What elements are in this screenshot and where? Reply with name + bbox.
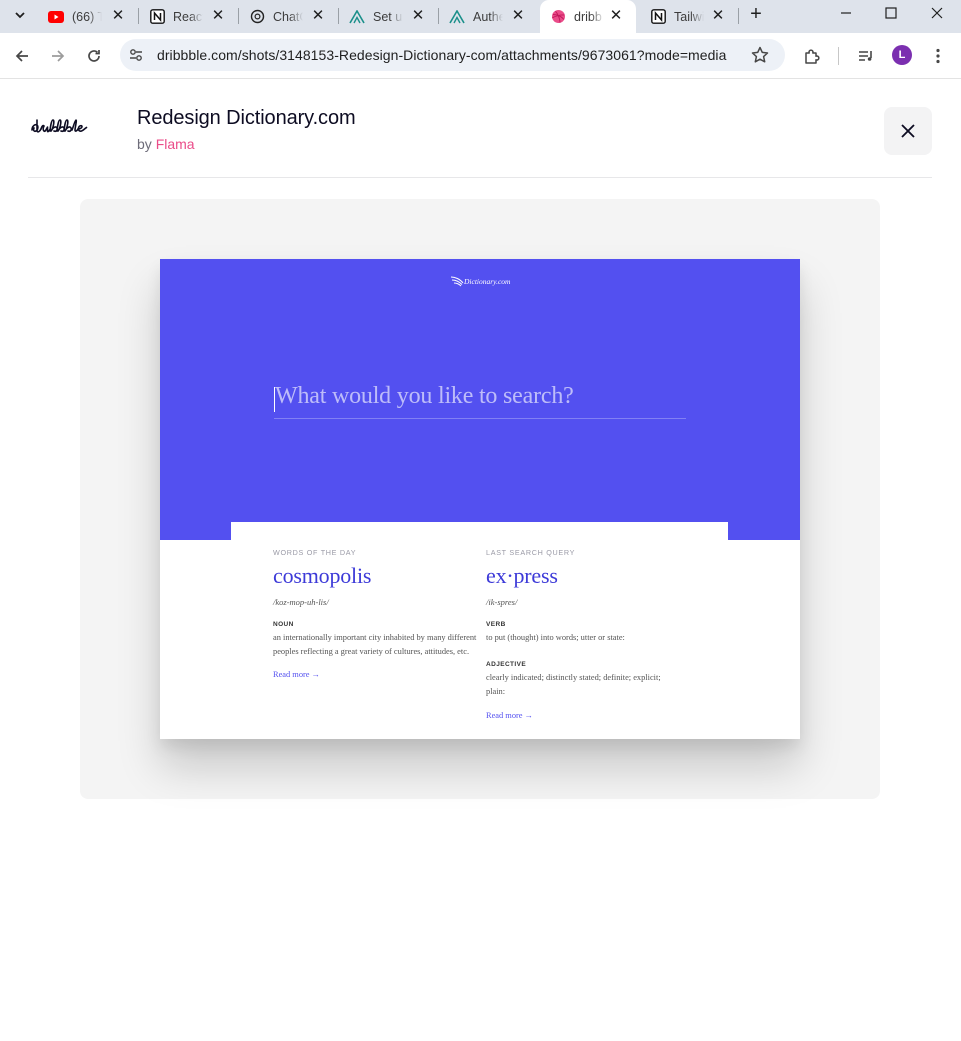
tab-tailwind[interactable]: Tailwi ✕ (640, 0, 739, 33)
chatgpt-icon (249, 9, 265, 25)
tab-title: ChatG (273, 9, 303, 24)
word-express: ex·press (486, 563, 558, 588)
toolbar-divider (838, 47, 839, 65)
definition: an internationally important city inhabi… (273, 633, 477, 657)
dictionary-logo-text: Dictionary.com (464, 276, 511, 286)
mockup-hero: Dictionary.com What would you like to se… (160, 259, 800, 540)
part-of-speech: ADJECTIVE (486, 661, 527, 669)
close-shot-button[interactable] (884, 107, 932, 155)
reload-button[interactable] (79, 41, 109, 71)
tab-search-button[interactable] (8, 3, 32, 27)
close-icon[interactable]: ✕ (210, 8, 226, 24)
tab-dribbble[interactable]: dribb ✕ (540, 0, 636, 33)
close-icon[interactable]: ✕ (310, 8, 326, 24)
close-icon (901, 124, 915, 138)
mockup-search-placeholder: What would you like to search? (275, 383, 574, 409)
chevron-down-icon (15, 12, 25, 19)
browser-toolbar: dribbble.com/shots/3148153-Redesign-Dict… (0, 33, 961, 79)
tab-title: Set up (373, 9, 403, 24)
maximize-icon (885, 7, 897, 19)
dictionary-swoosh-icon (450, 276, 464, 287)
shot-title: Redesign Dictionary.com (137, 107, 356, 129)
close-icon (931, 7, 943, 19)
close-icon[interactable]: ✕ (710, 8, 726, 24)
tab-react[interactable]: React ✕ (139, 0, 239, 33)
last-search-label: LAST SEARCH QUERY (486, 548, 576, 557)
close-icon[interactable]: ✕ (110, 8, 126, 24)
last-search-column: LAST SEARCH QUERY ex·press /ik-spres/ VE… (486, 548, 676, 723)
mockup-words-card: WORDS OF THE DAY cosmopolis /koz-mop-uh-… (231, 522, 728, 739)
definition: clearly indicated; distinctly stated; de… (486, 673, 661, 697)
shot-image: Dictionary.com What would you like to se… (160, 259, 800, 739)
url-text[interactable]: dribbble.com/shots/3148153-Redesign-Dict… (157, 47, 726, 63)
arrow-right-icon (52, 50, 65, 62)
dictionary-logo: Dictionary.com (450, 273, 510, 289)
author-link[interactable]: Flama (156, 136, 195, 152)
part-of-speech: NOUN (273, 621, 294, 628)
pronunciation: /koz-mop-uh-lis/ (273, 597, 329, 607)
part-of-speech: VERB (486, 621, 506, 628)
window-close-button[interactable] (914, 0, 960, 26)
dribbble-logo[interactable] (29, 108, 105, 142)
words-of-day-column: WORDS OF THE DAY cosmopolis /koz-mop-uh-… (273, 548, 478, 682)
notion-icon (149, 9, 165, 25)
by-prefix: by (137, 136, 152, 152)
tab-title: (66) T (72, 9, 102, 24)
shot-byline: by Flama (137, 136, 195, 152)
tab-separator (738, 8, 739, 24)
minimize-icon (841, 12, 851, 14)
word-cosmopolis: cosmopolis (273, 563, 372, 588)
puzzle-icon (805, 49, 820, 64)
dribbble-icon (550, 9, 566, 25)
tab-setup[interactable]: Set up ✕ (339, 0, 439, 33)
read-more-link: Read more → (486, 710, 533, 720)
bookmark-star-icon[interactable] (750, 45, 770, 65)
tab-strip: (66) T ✕ React ✕ ChatG ✕ Set up ✕ Authe (0, 0, 961, 33)
definition: to put (thought) into words; utter or st… (486, 633, 625, 642)
tab-title: Authe (473, 9, 503, 24)
profile-avatar[interactable]: L (892, 45, 912, 65)
address-bar[interactable]: dribbble.com/shots/3148153-Redesign-Dict… (120, 39, 785, 71)
menu-button[interactable] (923, 41, 953, 71)
tab-auth[interactable]: Authe ✕ (439, 0, 538, 33)
tab-title: React (173, 9, 203, 24)
extensions-button[interactable] (797, 41, 827, 71)
playlist-icon (859, 51, 872, 61)
header-divider (28, 177, 932, 178)
youtube-icon (48, 9, 64, 25)
read-more-link: Read more → (273, 670, 320, 680)
maximize-button[interactable] (868, 0, 914, 26)
tab-title: Tailwi (674, 9, 704, 24)
tab-chatgpt[interactable]: ChatG ✕ (239, 0, 339, 33)
back-button[interactable] (7, 41, 37, 71)
app-icon (349, 9, 365, 25)
words-of-day-label: WORDS OF THE DAY (273, 548, 357, 557)
media-control-button[interactable] (851, 41, 881, 71)
site-settings-icon[interactable] (128, 47, 144, 63)
close-icon[interactable]: ✕ (510, 8, 526, 24)
minimize-button[interactable] (823, 0, 869, 26)
more-vertical-icon (936, 48, 940, 64)
arrow-left-icon (15, 50, 28, 62)
tab-youtube[interactable]: (66) T ✕ (38, 0, 139, 33)
app-icon (449, 9, 465, 25)
pronunciation: /ik-spres/ (486, 597, 518, 607)
tab-title: dribb (574, 9, 602, 24)
notion-icon (650, 9, 666, 25)
new-tab-button[interactable]: + (745, 4, 767, 26)
reload-icon (88, 50, 100, 62)
close-icon[interactable]: ✕ (608, 8, 624, 24)
mockup-search-field: What would you like to search? (274, 381, 686, 419)
forward-button[interactable] (43, 41, 73, 71)
close-icon[interactable]: ✕ (410, 8, 426, 24)
